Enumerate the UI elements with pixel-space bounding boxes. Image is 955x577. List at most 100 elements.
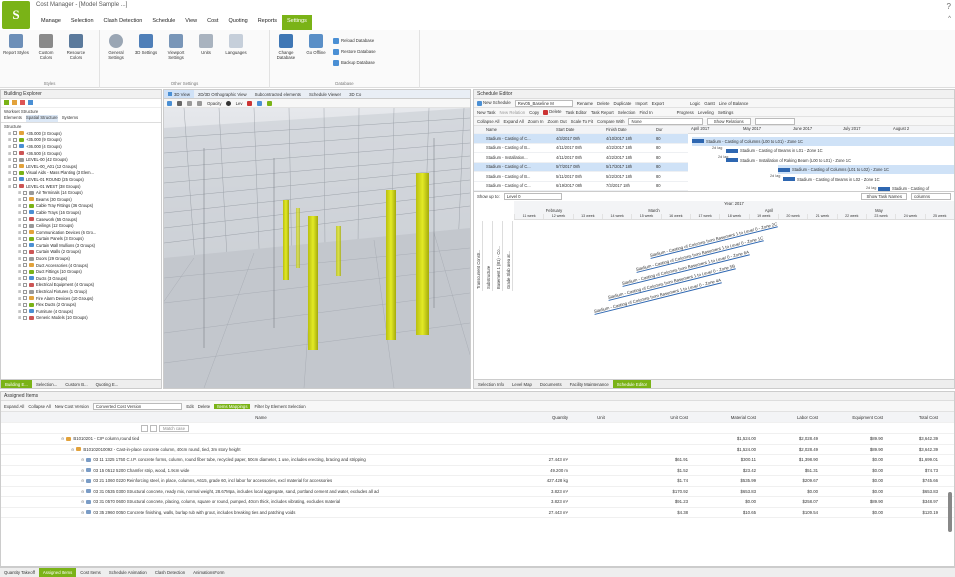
gantt-row[interactable]: Stadium - Casting of B... 4/11/2017 08h 4/… bbox=[474, 144, 688, 153]
collapse-all-button[interactable]: Collapse All bbox=[477, 119, 499, 124]
tab-schedule-viewer[interactable]: Schedule Viewer bbox=[305, 90, 345, 98]
tree-item[interactable]: ⊞ Curtain Panels (3 Groups) bbox=[4, 236, 161, 243]
tree-item[interactable]: ⊞ Generic Models (10 Groups) bbox=[4, 315, 161, 322]
tree-item[interactable]: ⊞ Duct Accessories (4 Groups) bbox=[4, 262, 161, 269]
zoom-out-button[interactable]: Zoom Out bbox=[548, 119, 567, 124]
menu-clash-detection[interactable]: Clash Detection bbox=[99, 15, 148, 30]
column-element[interactable] bbox=[296, 208, 300, 268]
col-unit-cost[interactable]: Unit Cost bbox=[631, 415, 691, 420]
tree-item[interactable]: ⊞ Communication Devices (6 Gro... bbox=[4, 229, 161, 236]
checkbox[interactable] bbox=[13, 157, 17, 162]
general-settings-button[interactable]: General Settings bbox=[103, 32, 129, 81]
level-dropdown[interactable]: Lev bbox=[236, 101, 243, 106]
col-name[interactable]: Name bbox=[1, 415, 521, 420]
3d-model-render[interactable] bbox=[164, 108, 470, 388]
show-relations-button[interactable]: Show Relations bbox=[706, 117, 751, 125]
column-element[interactable] bbox=[386, 190, 396, 340]
copy-button[interactable]: Copy bbox=[529, 110, 539, 115]
tab-3d-co[interactable]: 3D Co bbox=[345, 90, 365, 98]
schedule-search-input[interactable] bbox=[754, 117, 795, 125]
show-up-to-select[interactable]: Level 0 bbox=[503, 193, 562, 200]
table-row[interactable]: ⊖ 03 11 1325 1750 C.I.P. concrete forms, … bbox=[1, 455, 954, 466]
delete-schedule-button[interactable]: Delete bbox=[597, 101, 609, 106]
checkbox[interactable] bbox=[23, 302, 27, 307]
pan-icon[interactable] bbox=[187, 100, 192, 106]
menu-selection[interactable]: Selection bbox=[66, 15, 99, 30]
checkbox[interactable] bbox=[23, 289, 27, 294]
camera-icon[interactable] bbox=[266, 100, 272, 106]
checkbox[interactable] bbox=[23, 210, 27, 215]
tree-item[interactable]: ⊞ Fire Alarm Devices (10 Groups) bbox=[4, 295, 161, 302]
checkbox[interactable] bbox=[13, 184, 17, 189]
gantt-bar[interactable]: Stadium - Casting of bbox=[878, 184, 929, 193]
go-offline-button[interactable]: Go Offline bbox=[303, 32, 329, 81]
reload-database-button[interactable]: Reload Database bbox=[333, 36, 376, 45]
workset-structure-tab[interactable]: Workset Structure bbox=[1, 108, 161, 115]
checkbox[interactable] bbox=[23, 309, 27, 314]
collapse-icon[interactable]: ⊖ bbox=[81, 499, 84, 504]
tab-selection[interactable]: Selection... bbox=[32, 380, 61, 388]
col-finish[interactable]: Finish Date bbox=[604, 127, 654, 132]
menu-reports[interactable]: Reports bbox=[253, 15, 282, 30]
items-mappings-button[interactable]: Items Mappings bbox=[214, 403, 251, 409]
col-name[interactable]: Name bbox=[474, 127, 554, 132]
table-row[interactable]: ⊖ B10102010092 - Cast-in-place concrete c… bbox=[1, 445, 954, 455]
filter-icon[interactable] bbox=[28, 100, 33, 105]
compare-with-select[interactable]: None bbox=[628, 117, 703, 125]
tree-item[interactable]: ⊞ Casework (55 Groups) bbox=[4, 216, 161, 223]
tree-item[interactable]: ⊞ Visual Aids - Mass Planting (3 Elem... bbox=[4, 170, 161, 177]
resource-colors-button[interactable]: Resource Colors bbox=[63, 32, 89, 81]
checkbox[interactable] bbox=[13, 151, 17, 156]
checkbox[interactable] bbox=[23, 190, 27, 195]
gantt-bar[interactable]: Stadium - Casting of Columns (L00 to L01… bbox=[692, 136, 954, 146]
col-start[interactable]: Start Date bbox=[554, 127, 604, 132]
gantt-row[interactable]: Stadium - Installation... 4/11/2017 08h 4/… bbox=[474, 153, 688, 163]
checkbox[interactable] bbox=[23, 296, 27, 301]
duplicate-button[interactable]: Duplicate bbox=[613, 101, 631, 106]
report-styles-button[interactable]: Report Styles bbox=[3, 32, 29, 81]
col-equipment-cost[interactable]: Equipment Cost bbox=[821, 415, 886, 420]
filter-by-element-button[interactable]: Filter by Element Selection bbox=[254, 404, 305, 409]
tab-3d-view[interactable]: 3D View bbox=[164, 90, 194, 98]
column-element[interactable] bbox=[308, 216, 318, 350]
tab-level-map[interactable]: Level Map bbox=[508, 380, 536, 388]
gantt-bar-fill[interactable] bbox=[692, 139, 704, 143]
new-task-button[interactable]: New Task bbox=[477, 110, 496, 115]
gantt-row[interactable]: Stadium - Casting of C... 4/3/2017 08h 4/1… bbox=[474, 134, 688, 144]
selection-button[interactable]: Selection bbox=[618, 110, 636, 115]
measure-icon[interactable] bbox=[256, 100, 262, 106]
checkbox[interactable] bbox=[23, 197, 27, 202]
show-task-names-button[interactable]: Show Task Names bbox=[861, 193, 907, 200]
checkbox[interactable] bbox=[13, 131, 17, 136]
checkbox[interactable] bbox=[23, 217, 27, 222]
col-unit[interactable]: Unit bbox=[571, 415, 631, 420]
help-icon[interactable]: ? bbox=[947, 2, 951, 11]
collapse-icon[interactable]: ⊖ bbox=[71, 447, 74, 452]
gantt-row[interactable]: Stadium - Casting of B... 5/11/2017 08h 5/… bbox=[474, 172, 688, 182]
tab-assigned-items[interactable]: Assigned Items bbox=[38, 568, 77, 577]
gantt-row[interactable]: Stadium - Casting of C... 6/19/2017 08h 7/… bbox=[474, 182, 688, 191]
restore-database-button[interactable]: Restore Database bbox=[333, 47, 376, 56]
tab-systems[interactable]: Systems bbox=[62, 115, 78, 122]
collapse-icon[interactable]: ⊖ bbox=[81, 468, 84, 473]
tree-item[interactable]: ⊞ +36.000 (4 Groups) bbox=[4, 143, 161, 150]
menu-quoting[interactable]: Quoting bbox=[223, 15, 252, 30]
gantt-bar-fill[interactable] bbox=[878, 186, 890, 191]
checkbox[interactable] bbox=[23, 223, 27, 228]
tab-schedule-editor[interactable]: Schedule Editor bbox=[612, 380, 652, 388]
tree-item[interactable]: ⊞ Flex Ducts (2 Groups) bbox=[4, 301, 161, 308]
tree-item[interactable]: ⊞ Curtain Walls (2 Groups) bbox=[4, 249, 161, 256]
table-row[interactable]: ⊖ B1010201 - CIP column,round tied $1,524.… bbox=[1, 434, 954, 445]
checkbox[interactable] bbox=[23, 256, 27, 261]
gantt-bar[interactable]: Stadium - Casting of Beams in L01 - Zone… bbox=[726, 146, 823, 155]
table-row[interactable]: ⊖ 03 15 0512 5200 Chamfer strip, wood, 1.… bbox=[1, 466, 954, 476]
tab-clash-detection[interactable]: Clash Detection bbox=[151, 568, 189, 577]
col-dur[interactable]: Dur bbox=[654, 127, 674, 132]
gantt-button[interactable]: Gantt bbox=[704, 101, 715, 106]
tab-quoting-e[interactable]: Quoting E... bbox=[92, 380, 123, 388]
tree-item[interactable]: ⊞ Cable Tray Fittings (36 Groups) bbox=[4, 203, 161, 210]
import-button[interactable]: Import bbox=[635, 101, 647, 106]
tree-item[interactable]: ⊞ Furniture (4 Groups) bbox=[4, 308, 161, 315]
logic-button[interactable]: Logic bbox=[690, 101, 700, 106]
collapse-icon[interactable]: ⊖ bbox=[81, 478, 84, 483]
